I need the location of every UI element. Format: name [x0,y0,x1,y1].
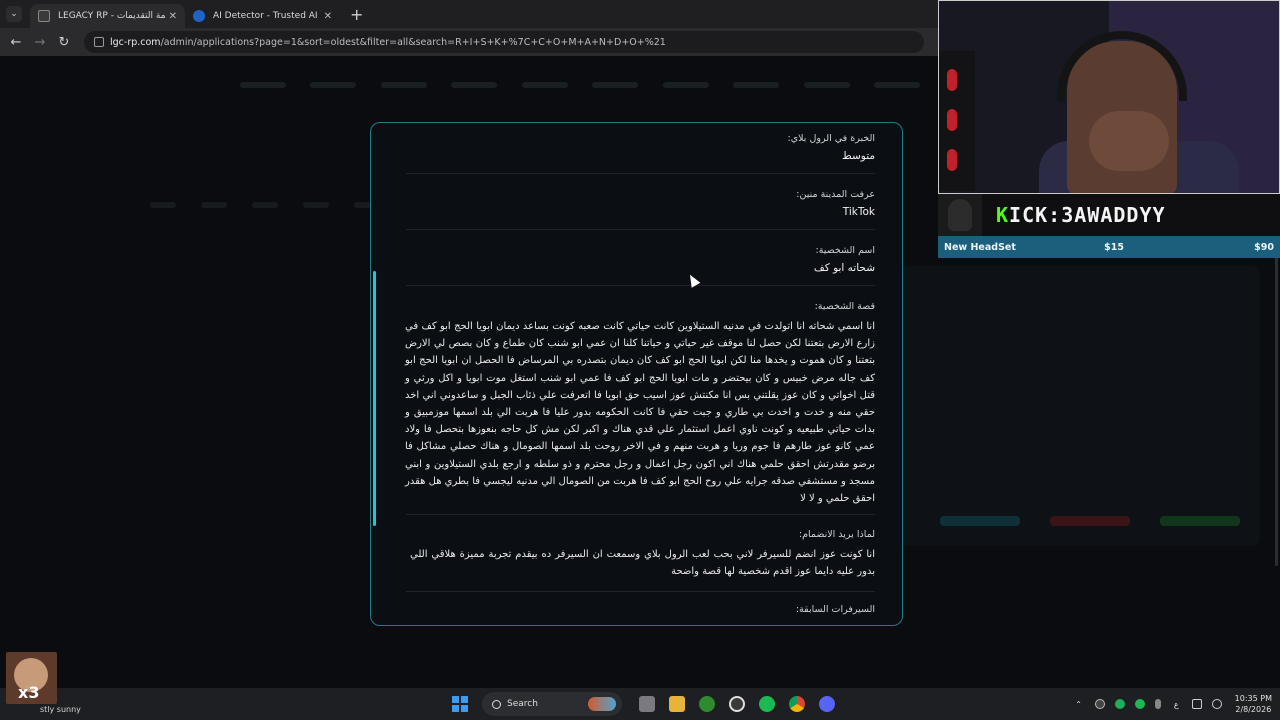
spotify-icon[interactable] [759,696,775,712]
reload-button[interactable]: ↻ [52,35,76,50]
led-light [947,149,957,171]
divider [406,229,875,230]
clock-time: 10:35 PM [1234,694,1272,703]
field-join-reason: لماذا يريد الانضمام: انا كونت عوز انضم ل… [410,529,875,580]
field-value: TikTok [842,206,875,218]
led-light [947,109,957,131]
goal-target: $90 [1254,241,1274,253]
taskbar-apps: Search [452,692,842,716]
dimmed-site-nav [240,82,920,96]
goal-current: $15 [1104,241,1124,253]
legacy-favicon-icon [38,10,50,22]
tab-legacy-rp[interactable]: LEGACY RP - قائمة التقديمات ✕ [30,4,185,28]
field-label: السيرفرات السابقة: [795,604,875,615]
microphone-icon[interactable] [1154,699,1161,709]
application-details-modal: الخبرة في الرول بلاي: متوسط عرفت المدينة… [370,122,903,626]
search-label: Search [507,699,538,709]
streamer-hand [1089,111,1169,171]
clock[interactable]: 10:35 PM 2/8/2026 [1235,693,1272,715]
field-value: انا اسمي شحاته انا اتولدت في مدنيه الستي… [405,321,875,505]
field-city-source: عرفت المدينة منين: TikTok [796,189,875,218]
divider [406,173,875,174]
tab-title: LEGACY RP - قائمة التقديمات [58,11,165,21]
weather-text: stly sunny [40,705,81,714]
goal-name: New HeadSet [944,241,1016,253]
field-value: انا كونت عوز انضم للسيرفر لاني بحب لعب ا… [410,549,875,578]
address-bar[interactable]: lgc-rp.com/admin/applications?page=1&sor… [84,31,924,53]
field-value: شحاته ابو كف [813,262,875,274]
field-value: متوسط [842,150,875,162]
dimmed-applications-panel [900,266,1260,546]
donation-goal-bar: New HeadSet $15 $90 [938,236,1280,258]
clock-date: 2/8/2026 [1235,705,1272,714]
tray-app-icon[interactable] [1094,699,1105,709]
field-previous-servers: السيرفرات السابقة: [796,604,875,615]
modal-scrollbar[interactable] [373,271,376,526]
channel-avatar [938,194,982,236]
field-label: قصة الشخصية: [814,301,875,312]
close-icon[interactable]: ✕ [169,11,177,22]
webcam-feed [938,0,1280,194]
close-icon[interactable]: ✕ [324,11,332,22]
divider [406,285,875,286]
kick-channel-name: 3AWADDYY [1061,203,1166,227]
divider [406,591,875,592]
kick-k-letter: K [996,203,1010,227]
dimmed-button [1160,516,1240,526]
kick-handle: KICK:3AWADDYY [996,203,1166,227]
weather-badge: x3 [18,683,40,702]
system-tray: ⌃ ع 10:35 PM 2/8/2026 [1075,688,1272,720]
spotify-tray-icon[interactable] [1134,699,1145,709]
xbox-icon[interactable] [699,696,715,712]
dimmed-button [1050,516,1130,526]
divider [406,514,875,515]
search-highlight-icon [588,697,616,711]
url-host: lgc-rp.com [110,36,161,48]
dimmed-button [940,516,1020,526]
field-character-story: قصة الشخصية: انا اسمي شحاته انا اتولدت ف… [405,301,875,507]
windows-start-icon[interactable] [452,696,468,712]
kick-label: ICK: [1009,203,1062,227]
field-label: عرفت المدينة منين: [796,189,875,200]
webcam-pc-case [939,51,975,191]
field-character-name: اسم الشخصية: شحاته ابو كف [814,245,875,274]
ai-detector-favicon-icon [193,10,205,22]
taskbar-search[interactable]: Search [482,692,622,716]
tab-title: AI Detector - Trusted AI Checke [213,11,320,21]
back-button[interactable]: ← [4,35,28,50]
chevron-up-icon[interactable]: ⌃ [1075,700,1082,709]
chrome-icon[interactable] [789,696,805,712]
led-light [947,69,957,91]
language-indicator[interactable]: ع [1174,700,1179,709]
field-label: لماذا يريد الانضمام: [798,529,875,540]
forward-button[interactable]: → [28,35,52,50]
dimmed-filter-row [150,202,380,210]
search-icon [492,699,501,709]
url-path: /admin/applications?page=1&sort=oldest&f… [160,36,666,48]
site-info-icon[interactable] [94,37,104,47]
task-view-icon[interactable] [639,696,655,712]
field-rp-experience: الخبرة في الرول بلاي: متوسط [788,133,876,162]
tab-ai-detector[interactable]: AI Detector - Trusted AI Checke ✕ [185,4,340,28]
field-label: اسم الشخصية: [815,245,875,256]
steam-icon[interactable] [729,696,745,712]
kick-channel-banner: KICK:3AWADDYY [938,194,1280,236]
file-explorer-icon[interactable] [669,696,685,712]
network-icon[interactable] [1191,699,1202,709]
discord-icon[interactable] [819,696,835,712]
tab-search-button[interactable]: ⌄ [6,6,22,22]
tray-status-icon[interactable] [1114,699,1125,709]
new-tab-button[interactable]: + [350,5,363,24]
field-label: الخبرة في الرول بلاي: [787,133,876,144]
weather-widget[interactable]: x3 [6,652,57,704]
volume-icon[interactable] [1211,699,1222,709]
